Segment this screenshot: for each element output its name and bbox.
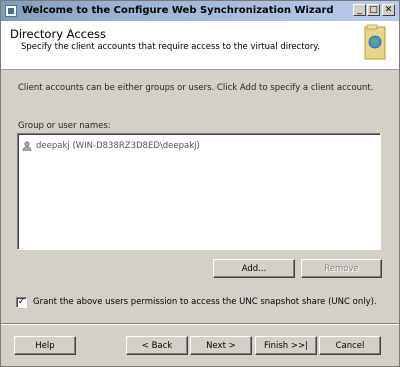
user-icon: [22, 141, 32, 151]
cancel-button[interactable]: Cancel: [319, 336, 381, 355]
wizard-header: Directory Access Specify the client acco…: [1, 21, 399, 70]
remove-button[interactable]: Remove: [301, 259, 382, 278]
wizard-folder-globe-icon: [364, 24, 386, 60]
minimize-button[interactable]: _: [353, 4, 366, 16]
list-item-label: deepakj (WIN-D838RZ3D8ED\deepakj): [36, 141, 200, 151]
window-app-icon: [5, 5, 17, 17]
next-button[interactable]: Next >: [190, 336, 252, 355]
instructions-text: Client accounts can be either groups or …: [18, 83, 374, 93]
group-user-listbox[interactable]: deepakj (WIN-D838RZ3D8ED\deepakj): [17, 133, 381, 250]
add-button[interactable]: Add...: [213, 259, 295, 278]
window-title: Welcome to the Configure Web Synchroniza…: [22, 5, 334, 16]
page-title: Directory Access: [10, 27, 107, 41]
maximize-button[interactable]: □: [367, 4, 380, 16]
wizard-window: Welcome to the Configure Web Synchroniza…: [0, 0, 400, 367]
group-user-names-label: Group or user names:: [18, 121, 111, 131]
finish-button[interactable]: Finish >>|: [255, 336, 317, 355]
unc-permission-label: Grant the above users permission to acce…: [33, 297, 377, 307]
title-bar: Welcome to the Configure Web Synchroniza…: [1, 1, 399, 21]
list-item[interactable]: deepakj (WIN-D838RZ3D8ED\deepakj): [22, 140, 200, 152]
unc-permission-row: ✓ Grant the above users permission to ac…: [16, 296, 377, 308]
page-subtitle: Specify the client accounts that require…: [21, 42, 320, 52]
back-button[interactable]: < Back: [126, 336, 188, 355]
footer-separator: [1, 323, 399, 325]
close-button[interactable]: ✕: [382, 4, 395, 16]
help-button[interactable]: Help: [14, 336, 76, 355]
unc-permission-checkbox[interactable]: ✓: [16, 296, 27, 308]
